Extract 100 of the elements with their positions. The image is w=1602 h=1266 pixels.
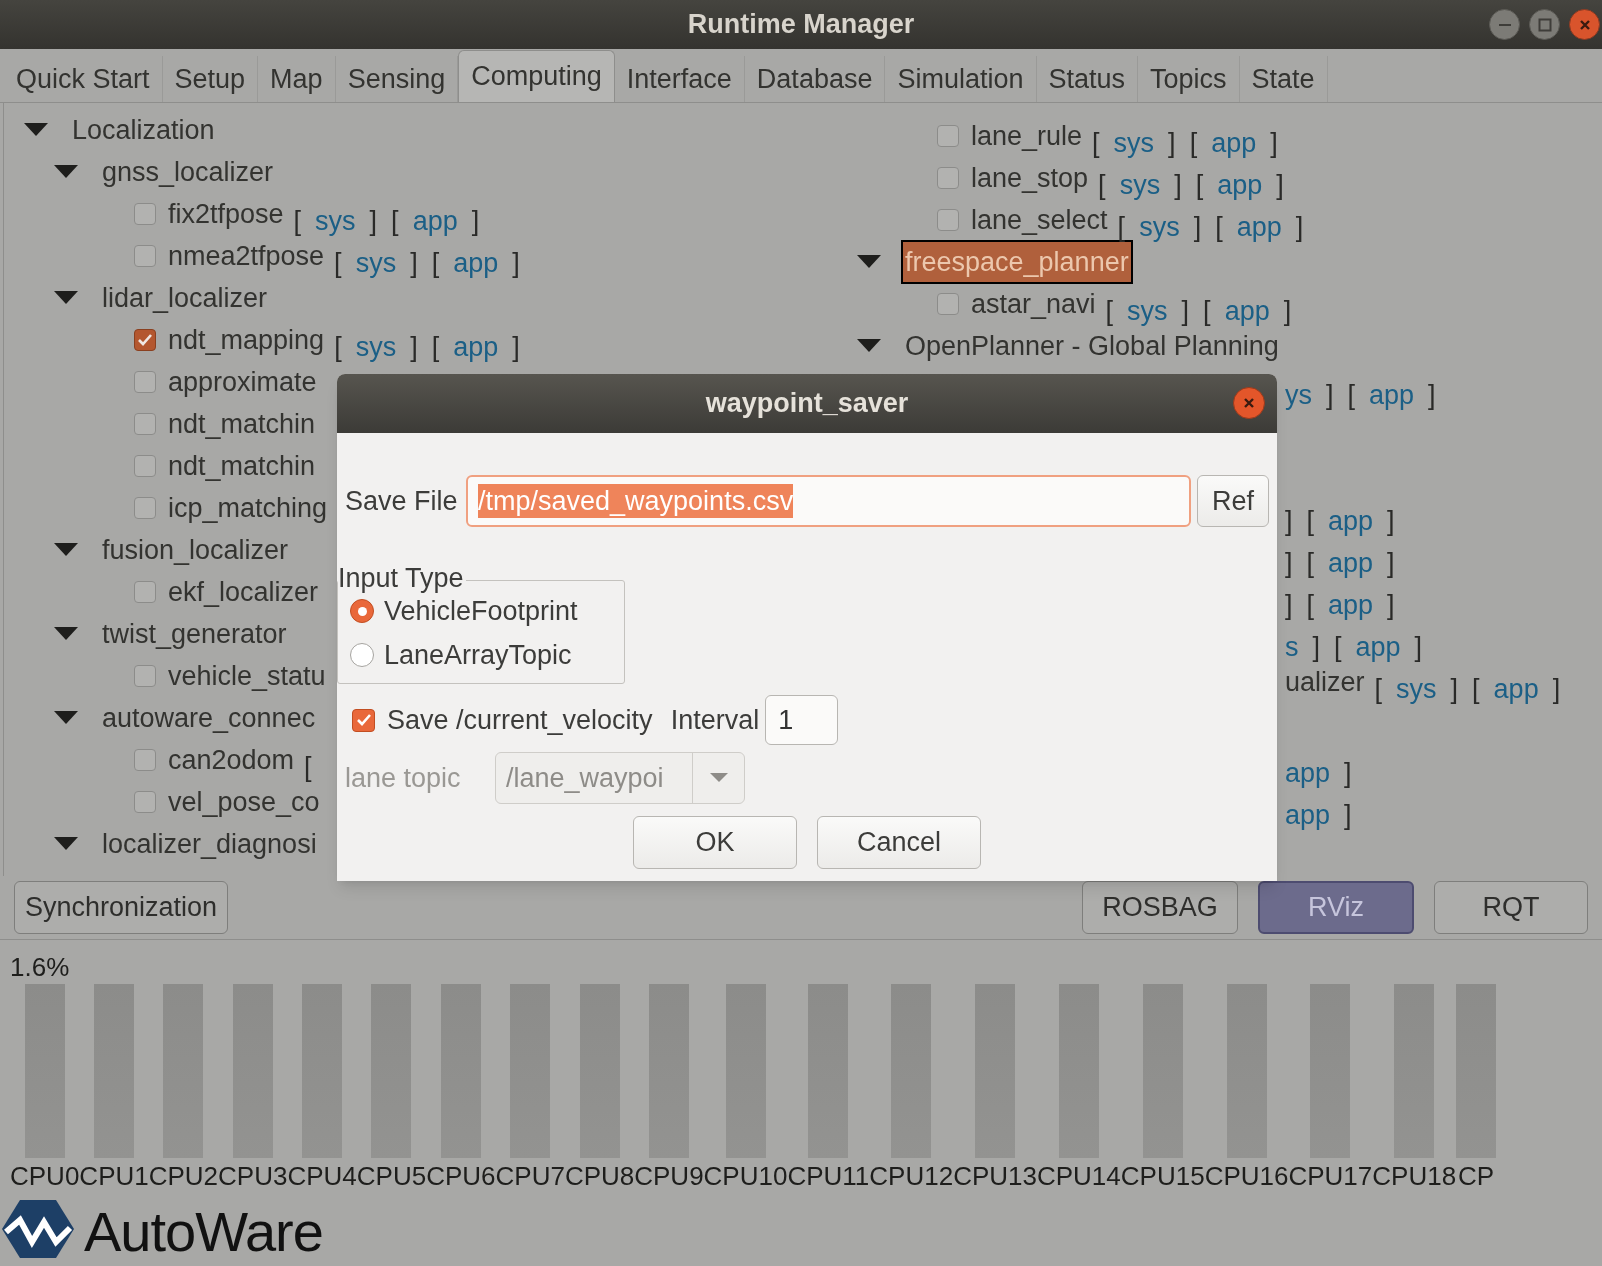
tree-item[interactable]: ndt_matchin [168, 403, 316, 445]
close-button[interactable] [1569, 9, 1600, 40]
checkbox[interactable] [937, 293, 959, 315]
window-title: Runtime Manager [687, 8, 915, 42]
collapse-triangle-icon[interactable] [54, 627, 78, 641]
tree-item[interactable]: freespace_planner [901, 239, 1133, 285]
link[interactable]: app [1328, 542, 1374, 584]
link[interactable]: sys [355, 326, 397, 368]
close-button[interactable] [1233, 387, 1265, 419]
checkbox[interactable] [134, 665, 156, 687]
tree-item[interactable]: ndt_mapping [168, 319, 325, 361]
tree-item[interactable]: astar_navi [971, 283, 1096, 325]
tree-item[interactable]: fix2tfpose [168, 193, 284, 235]
bracket: [ [293, 204, 302, 238]
dialog-button[interactable]: OK [633, 816, 797, 869]
checkbox[interactable] [134, 497, 156, 519]
dialog-button[interactable]: Cancel [817, 816, 981, 869]
link[interactable]: app [1328, 500, 1374, 542]
bracket: ] [512, 246, 520, 280]
checkbox[interactable] [134, 329, 156, 351]
link[interactable]: sys [1113, 122, 1155, 164]
collapse-triangle-icon[interactable] [54, 543, 78, 557]
checkbox[interactable] [352, 708, 375, 732]
link[interactable]: app [412, 200, 458, 242]
collapse-triangle-icon[interactable] [54, 291, 78, 305]
input-field[interactable]: 1 [765, 695, 839, 745]
link[interactable]: app [1285, 794, 1331, 836]
collapse-triangle-icon[interactable] [24, 123, 48, 137]
tab[interactable]: Quick Start [4, 56, 163, 102]
link[interactable]: app [453, 326, 499, 368]
tree-item[interactable]: fusion_localizer [98, 529, 293, 571]
checkbox[interactable] [937, 209, 959, 231]
link[interactable]: sys [1119, 164, 1161, 206]
tree-item[interactable]: icp_matching [168, 487, 328, 529]
checkbox[interactable] [134, 455, 156, 477]
link[interactable]: app [1236, 206, 1282, 248]
tree-item[interactable]: approximate [168, 361, 317, 403]
tree-item[interactable]: can2odom [168, 739, 295, 781]
tree-item[interactable]: vel_pose_co [168, 781, 320, 823]
tree-item[interactable]: autoware_connec [98, 697, 320, 739]
tab[interactable]: Database [744, 56, 886, 102]
tree-item[interactable]: Localization [68, 109, 219, 151]
close-icon [1577, 17, 1592, 32]
link[interactable]: sys [355, 242, 397, 284]
cpu-label: CPU1 [79, 1160, 149, 1193]
tree-item[interactable]: gnss_localizer [98, 151, 278, 193]
checkbox[interactable] [134, 749, 156, 771]
tree-item[interactable]: ndt_matchin [168, 445, 316, 487]
checkbox[interactable] [134, 791, 156, 813]
link[interactable]: app [1369, 374, 1415, 416]
field-label: Interval [670, 703, 760, 737]
minimize-button[interactable] [1489, 9, 1520, 40]
toolbar-button[interactable]: Synchronization [14, 881, 229, 934]
tree-item[interactable]: lane_stop [971, 157, 1089, 199]
link[interactable]: ys [1285, 374, 1312, 416]
toolbar-button[interactable]: RViz [1258, 881, 1414, 934]
link[interactable]: app [1328, 584, 1374, 626]
tree-item[interactable]: lane_select [971, 199, 1108, 241]
link[interactable]: app [1217, 164, 1263, 206]
tab[interactable]: Map [258, 56, 336, 102]
checkbox[interactable] [134, 203, 156, 225]
checkbox[interactable] [134, 371, 156, 393]
checkbox[interactable] [937, 125, 959, 147]
maximize-button[interactable] [1529, 9, 1560, 40]
link[interactable]: app [1285, 752, 1331, 794]
link[interactable]: sys [1396, 668, 1437, 710]
tree-item[interactable]: lidar_localizer [98, 277, 272, 319]
tab[interactable]: Simulation [885, 56, 1037, 102]
tree-item[interactable]: twist_generator [98, 613, 291, 655]
cpu-label: CPU7 [495, 1160, 565, 1193]
checkbox[interactable] [134, 245, 156, 267]
checkbox[interactable] [134, 413, 156, 435]
tab[interactable]: Topics [1138, 56, 1240, 102]
tab[interactable]: Status [1036, 56, 1139, 102]
tree-item[interactable]: lane_rule [971, 115, 1083, 157]
collapse-triangle-icon[interactable] [857, 255, 881, 269]
tab[interactable]: Interface [614, 56, 745, 102]
tab[interactable]: Setup [162, 56, 259, 102]
toolbar-button[interactable]: ROSBAG [1082, 881, 1238, 934]
link[interactable]: sys [1139, 206, 1180, 248]
collapse-triangle-icon[interactable] [54, 711, 78, 725]
tree-item[interactable]: localizer_diagnosi [98, 823, 321, 865]
bracket: [ [1105, 294, 1114, 328]
tab[interactable]: State [1239, 56, 1328, 102]
collapse-triangle-icon[interactable] [54, 837, 78, 851]
bracket: ] [1387, 588, 1395, 622]
collapse-triangle-icon[interactable] [54, 165, 78, 179]
toolbar-button[interactable]: RQT [1434, 881, 1588, 934]
link[interactable]: app [1211, 122, 1257, 164]
checkbox[interactable] [134, 581, 156, 603]
checkbox[interactable] [937, 167, 959, 189]
link[interactable]: app [453, 242, 499, 284]
collapse-triangle-icon[interactable] [857, 339, 881, 353]
radio-button[interactable] [350, 643, 374, 667]
tree-item[interactable]: vehicle_statu [168, 655, 326, 697]
ref-button[interactable]: Ref [1197, 475, 1269, 527]
radio-button[interactable] [350, 599, 374, 623]
tree-item[interactable]: ekf_localizer [168, 571, 319, 613]
link[interactable]: app [1493, 668, 1539, 710]
tab[interactable]: Computing [458, 50, 615, 102]
